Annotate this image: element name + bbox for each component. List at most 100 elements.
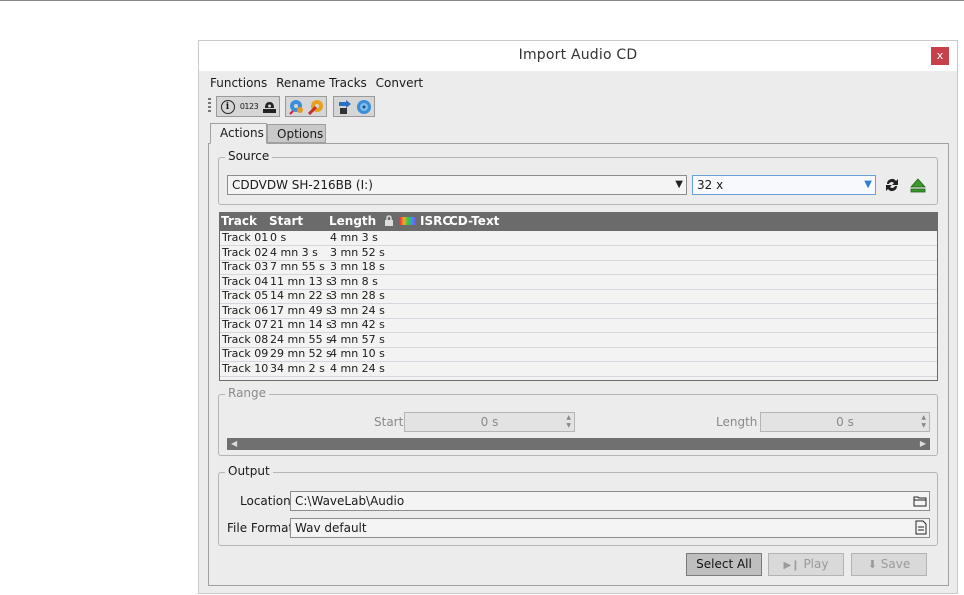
file-format-label: File Format [227,521,294,535]
range-start-label: Start [374,415,404,429]
speed-select-value: 32 x [697,178,724,192]
info-icon: i [220,99,235,114]
table-row[interactable]: Track 07 21 mn 14 s3 mn 42 s [220,318,937,333]
table-row[interactable]: Track 10 34 mn 2 s 4 mn 24 s [220,362,937,377]
cd-eject-drive-icon [263,101,276,113]
output-legend: Output [225,464,273,478]
play-label: Play [803,557,829,571]
title-bar[interactable]: Import Audio CD x [199,41,957,71]
table-row[interactable]: Track 03 7 mn 55 s 3 mn 18 s [220,260,937,275]
table-row[interactable]: Track 09 29 mn 52 s4 mn 10 s [220,347,937,362]
table-row[interactable]: Track 02 4 mn 3 s 3 mn 52 s [220,246,937,261]
tab-options[interactable]: Options [267,124,326,143]
cell-track: Track 10 [222,361,269,375]
spin-up-icon[interactable]: ▲ [566,415,571,421]
table-row[interactable]: Track 05 14 mn 22 s3 mn 28 s [220,289,937,304]
cell-length: 4 mn 57 s [330,332,385,346]
cell-length: 4 mn 3 s [330,231,378,244]
folder-icon[interactable] [913,494,927,512]
refresh-button[interactable] [884,177,900,193]
cell-start: 29 mn 52 s [270,347,332,360]
track-table-header: Track Start Length ISRC CD-Text [219,212,938,231]
cd-search-button[interactable] [288,98,305,115]
play-icon: ▶❙ [783,560,800,571]
file-format-value: Wav default [295,521,367,535]
dialog-title: Import Audio CD [518,47,638,63]
cell-start: 17 mn 49 s [270,303,332,317]
document-icon[interactable] [915,520,927,540]
column-track[interactable]: Track [221,214,257,228]
cell-length: 3 mn 52 s [330,245,385,259]
menu-rename-tracks[interactable]: Rename Tracks [276,76,367,90]
cell-start: 24 mn 55 s [270,332,332,346]
drive-select[interactable]: CDDVDW SH-216BB (I:) ▼ [227,175,687,195]
cell-start: 21 mn 14 s [270,318,332,331]
table-row[interactable]: Track 06 17 mn 49 s3 mn 24 s [220,304,937,319]
cd-search-icon [288,99,303,115]
cell-track: Track 04 [222,274,269,288]
cd-drive-button[interactable] [261,98,278,115]
cell-length: 3 mn 8 s [330,274,378,288]
spin-down-icon[interactable]: ▼ [921,423,926,429]
close-button[interactable]: x [931,47,949,65]
top-rule [0,0,964,1]
cd-disc-button[interactable] [355,98,372,115]
column-start[interactable]: Start [269,214,303,228]
lock-icon[interactable] [384,215,394,229]
range-legend: Range [225,386,270,400]
range-start-field[interactable]: 0 s ▲ ▼ [404,412,575,432]
play-button[interactable]: ▶❙ Play [768,553,844,576]
save-button[interactable]: ⬇ Save [851,553,927,576]
cell-length: 3 mn 24 s [330,303,385,317]
scroll-left-icon[interactable]: ◀ [231,439,237,448]
toolbar-grip[interactable] [208,98,211,114]
cell-length: 3 mn 18 s [330,260,385,273]
save-label: Save [880,557,911,571]
info-button[interactable]: i [219,98,236,115]
column-isrc[interactable]: ISRC [420,214,451,228]
column-length[interactable]: Length [329,214,376,228]
speed-select[interactable]: 32 x ▼ [692,175,876,195]
cell-track: Track 07 [222,318,269,331]
eject-button[interactable] [910,177,926,193]
color-icon[interactable] [400,217,416,225]
tab-actions[interactable]: Actions [210,123,267,144]
cell-length: 4 mn 24 s [330,361,385,375]
column-cd-text[interactable]: CD-Text [449,214,499,228]
file-format-field[interactable]: Wav default [290,518,930,538]
range-length-label: Length [716,415,758,429]
toolbar-group-import [333,96,375,117]
scroll-right-icon[interactable]: ▶ [920,439,926,448]
menu-functions[interactable]: Functions [210,76,267,90]
track-list[interactable]: Track 01 0 s4 mn 3 s Track 02 4 mn 3 s3 mn… [219,231,938,381]
cell-track: Track 03 [222,260,269,273]
table-row[interactable]: Track 01 0 s 4 mn 3 s [220,231,937,246]
table-row[interactable]: Track 08 24 mn 55 s4 mn 57 s [220,333,937,348]
chevron-down-icon: ▼ [675,179,683,190]
range-start-value: 0 s [480,415,499,429]
refresh-icon [886,179,898,191]
import-button[interactable] [336,98,353,115]
range-length-field[interactable]: 0 s ▲ ▼ [760,412,930,432]
cell-length: 3 mn 28 s [330,289,385,302]
cd-tools-button[interactable] [307,98,324,115]
menu-convert[interactable]: Convert [376,76,423,90]
eject-icon [910,178,926,193]
cell-length: 4 mn 10 s [330,347,385,360]
menu-bar: Functions Rename Tracks Convert [210,76,428,92]
cell-start: 7 mn 55 s [270,260,325,273]
cell-start: 4 mn 3 s [270,245,318,259]
location-field[interactable]: C:\WaveLab\Audio [290,491,930,511]
cell-start: 14 mn 22 s [270,289,332,302]
track-numbers-button[interactable]: 0123 [238,98,260,115]
spin-down-icon[interactable]: ▼ [566,423,571,429]
range-scrollbar[interactable]: ◀ ▶ [227,438,930,450]
cell-track: Track 09 [222,347,269,360]
location-value: C:\WaveLab\Audio [295,494,405,508]
table-row[interactable]: Track 04 11 mn 13 s3 mn 8 s [220,275,937,290]
spin-up-icon[interactable]: ▲ [921,415,926,421]
toolbar-group-cd [285,96,327,117]
select-all-button[interactable]: Select All [686,553,762,576]
drive-select-value: CDDVDW SH-216BB (I:) [232,178,373,192]
cell-track: Track 02 [222,245,269,259]
